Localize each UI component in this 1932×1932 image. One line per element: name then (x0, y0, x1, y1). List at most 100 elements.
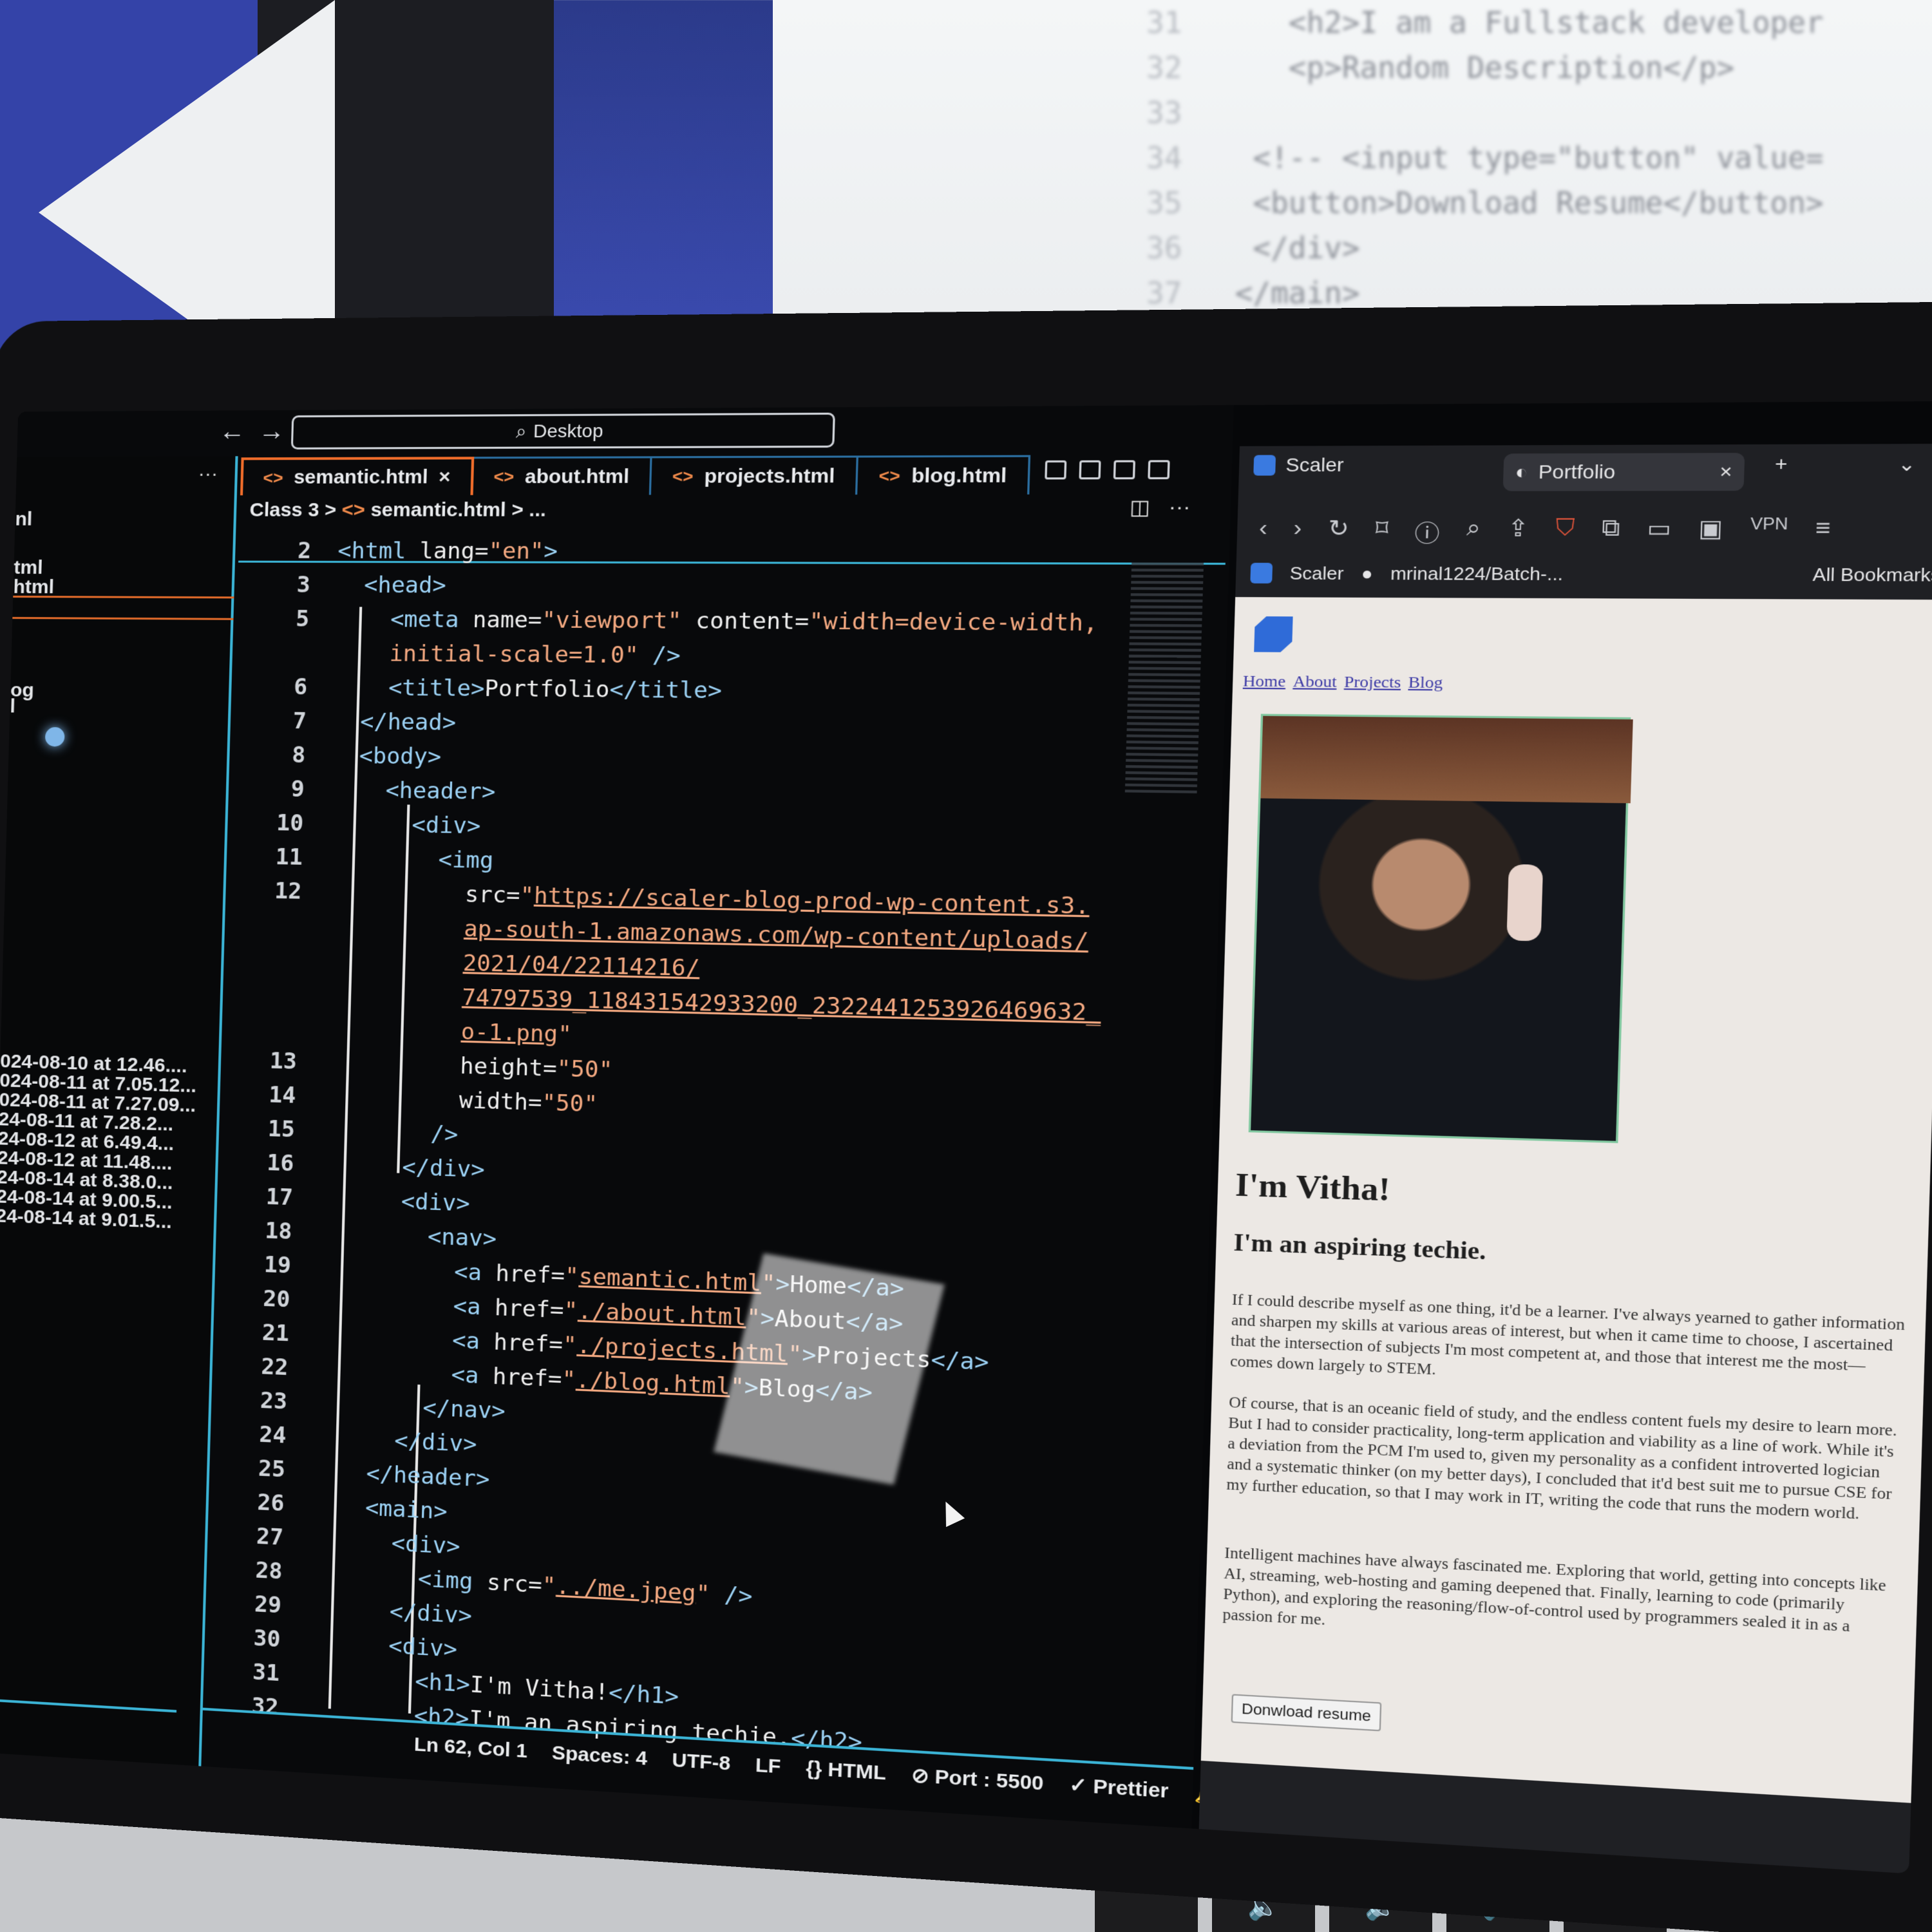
line-text: initial-scale=1.0" /> (389, 640, 681, 669)
line-number: 22 (260, 1353, 289, 1381)
prettier-status[interactable]: ✓ Prettier (1069, 1773, 1169, 1803)
line-text: </header> (365, 1460, 490, 1493)
line-text: <div> (401, 1188, 471, 1217)
github-icon: ● (1361, 562, 1374, 583)
vscode-window: ← → ⌕ Desktop ··· nl tml html og l 024-08-10 … (0, 404, 1234, 1829)
projected-code-line: 34 <!-- <input type="button" value= (1146, 135, 1932, 180)
tab-semantic[interactable]: <> semantic.html × (240, 457, 474, 496)
explorer-sidebar: ··· nl tml html og l 024-08-10 at 12.46.... 02… (0, 456, 238, 1766)
projected-line-number: 34 (1146, 140, 1182, 175)
forward-icon[interactable]: › (1293, 515, 1302, 548)
line-number: 24 (258, 1421, 287, 1449)
vpn-button[interactable]: VPN (1750, 515, 1788, 549)
nav-link-about[interactable]: About (1293, 673, 1337, 692)
extensions-icon[interactable]: ⧉ (1601, 515, 1620, 549)
all-bookmarks[interactable]: All Bookmarks (1812, 564, 1932, 586)
menu-icon[interactable]: ≡ (1815, 515, 1831, 549)
code-line[interactable]: 11 <img (230, 840, 494, 877)
back-icon[interactable]: ‹ (1258, 515, 1268, 548)
minimap[interactable] (1124, 562, 1204, 796)
code-line[interactable]: 3 <head> (237, 569, 446, 602)
headphones (1506, 864, 1544, 942)
code-editor[interactable]: 2 <html lang="en"> 3 <head> 5 <meta name="v… (207, 535, 1230, 1756)
cursor-position[interactable]: Ln 62, Col 1 (413, 1734, 527, 1763)
browser-tab-portfolio[interactable]: ◐ Portfolio × (1502, 453, 1745, 491)
end-of-line[interactable]: LF (755, 1754, 781, 1779)
language-mode[interactable]: {} HTML (806, 1757, 887, 1785)
projected-code-line: 31 <h2>I am a Fullstack developer (1146, 0, 1932, 45)
projected-code-line: 36 </div> (1146, 225, 1932, 270)
profile-photo (1248, 714, 1633, 1144)
projected-line-text: <h2>I am a Fullstack developer (1217, 5, 1824, 40)
browser-window: Scaler ◐ Portfolio × + ⌄ ‹ › ↻ ⌑ ⓘ ⌕ ⇪ ⛉… (1198, 444, 1932, 1874)
close-tab-icon[interactable]: × (1719, 460, 1732, 483)
browser-toolbar: ‹ › ↻ ⌑ ⓘ ⌕ ⇪ ⛉ ⧉ ▭ ▣ VPN ≡ (1258, 515, 1832, 549)
nav-link-blog[interactable]: Blog (1408, 674, 1443, 692)
projected-code-line: 32 <p>Random Description</p> (1146, 45, 1932, 90)
breadcrumb-folder[interactable]: Class 3 (249, 499, 319, 521)
more-icon[interactable]: ··· (1168, 496, 1191, 520)
close-tab-icon[interactable]: × (439, 466, 451, 489)
code-line[interactable]: 8 <body> (232, 738, 442, 773)
back-arrow-icon[interactable]: ← (218, 417, 245, 446)
line-number: 9 (290, 776, 305, 803)
browser-tab-scaler[interactable]: Scaler (1253, 454, 1344, 477)
encoding[interactable]: UTF-8 (672, 1749, 731, 1776)
sidebar-icon[interactable]: ▭ (1647, 515, 1672, 549)
share-icon[interactable]: ⇪ (1507, 515, 1530, 549)
projected-line-text: <!-- <input type="button" value= (1217, 140, 1824, 175)
site-info-icon[interactable]: ⓘ (1414, 515, 1441, 549)
line-number: 14 (268, 1081, 296, 1109)
explorer-item[interactable]: nl (15, 509, 33, 531)
code-line[interactable]: 10 <div> (231, 806, 481, 843)
line-number: 7 (292, 708, 307, 735)
line-number: 13 (269, 1048, 298, 1075)
code-line[interactable]: 5 <meta name="viewport" content="width=d… (236, 602, 1099, 640)
line-number (225, 1026, 325, 1028)
brave-shield-icon[interactable]: ⛉ (1555, 515, 1575, 549)
more-actions-icon[interactable]: ··· (198, 463, 218, 485)
tab-projects[interactable]: <> projects.html (651, 455, 859, 495)
line-text: <head> (363, 572, 447, 599)
tab-blog[interactable]: <> blog.html (857, 455, 1031, 495)
line-text: </div> (401, 1154, 486, 1184)
reload-icon[interactable]: ↻ (1327, 515, 1350, 548)
bookmark-github[interactable]: mrinal1224/Batch-... (1390, 563, 1564, 585)
tab-label: Scaler (1285, 454, 1345, 476)
line-number: 16 (266, 1150, 294, 1177)
bookmark-scaler[interactable]: Scaler (1289, 563, 1344, 584)
html-file-icon: <> (672, 466, 694, 486)
line-text: <html lang="en"> (337, 538, 558, 565)
zoom-icon[interactable]: ⌕ (1466, 515, 1481, 549)
projected-line-number: 32 (1146, 50, 1182, 85)
bookmark-icon[interactable]: ⌑ (1375, 515, 1388, 549)
breadcrumb-file[interactable]: semantic.html (370, 499, 506, 521)
wallet-icon[interactable]: ▣ (1698, 515, 1723, 549)
code-line[interactable]: 7 </head> (233, 705, 456, 739)
code-line[interactable]: 9 <header> (231, 772, 496, 809)
explorer-item[interactable]: l (10, 696, 15, 717)
forward-arrow-icon[interactable]: → (258, 417, 285, 446)
explorer-item[interactable]: html (13, 576, 54, 598)
line-number: 25 (258, 1455, 286, 1483)
download-resume-button[interactable]: Donwload resume (1231, 1694, 1382, 1732)
line-number: 20 (262, 1285, 291, 1313)
live-server-port[interactable]: ⊘ Port : 5500 (911, 1763, 1044, 1795)
code-line[interactable]: 2 <html lang="en"> (238, 535, 558, 568)
line-number: 18 (264, 1217, 293, 1245)
line-number: 19 (263, 1251, 292, 1279)
code-line[interactable]: 6 <title>Portfolio</title> (234, 670, 723, 708)
explorer-item[interactable]: tml (14, 557, 43, 579)
breadcrumb-rest[interactable]: ... (529, 499, 546, 521)
command-center-search[interactable]: ⌕ Desktop (290, 412, 835, 450)
tab-list-chevron-icon[interactable]: ⌄ (1897, 452, 1916, 475)
split-editor-icon[interactable]: ◫ (1130, 496, 1151, 520)
nav-link-projects[interactable]: Projects (1344, 673, 1401, 692)
code-line[interactable]: 15 /> (222, 1112, 459, 1151)
code-line[interactable]: initial-scale=1.0" /> (235, 636, 681, 672)
nav-link-home[interactable]: Home (1243, 672, 1286, 691)
line-number: 10 (276, 810, 304, 837)
tab-about[interactable]: <> about.html (473, 456, 653, 495)
indentation[interactable]: Spaces: 4 (551, 1742, 647, 1770)
new-tab-icon[interactable]: + (1775, 453, 1788, 475)
